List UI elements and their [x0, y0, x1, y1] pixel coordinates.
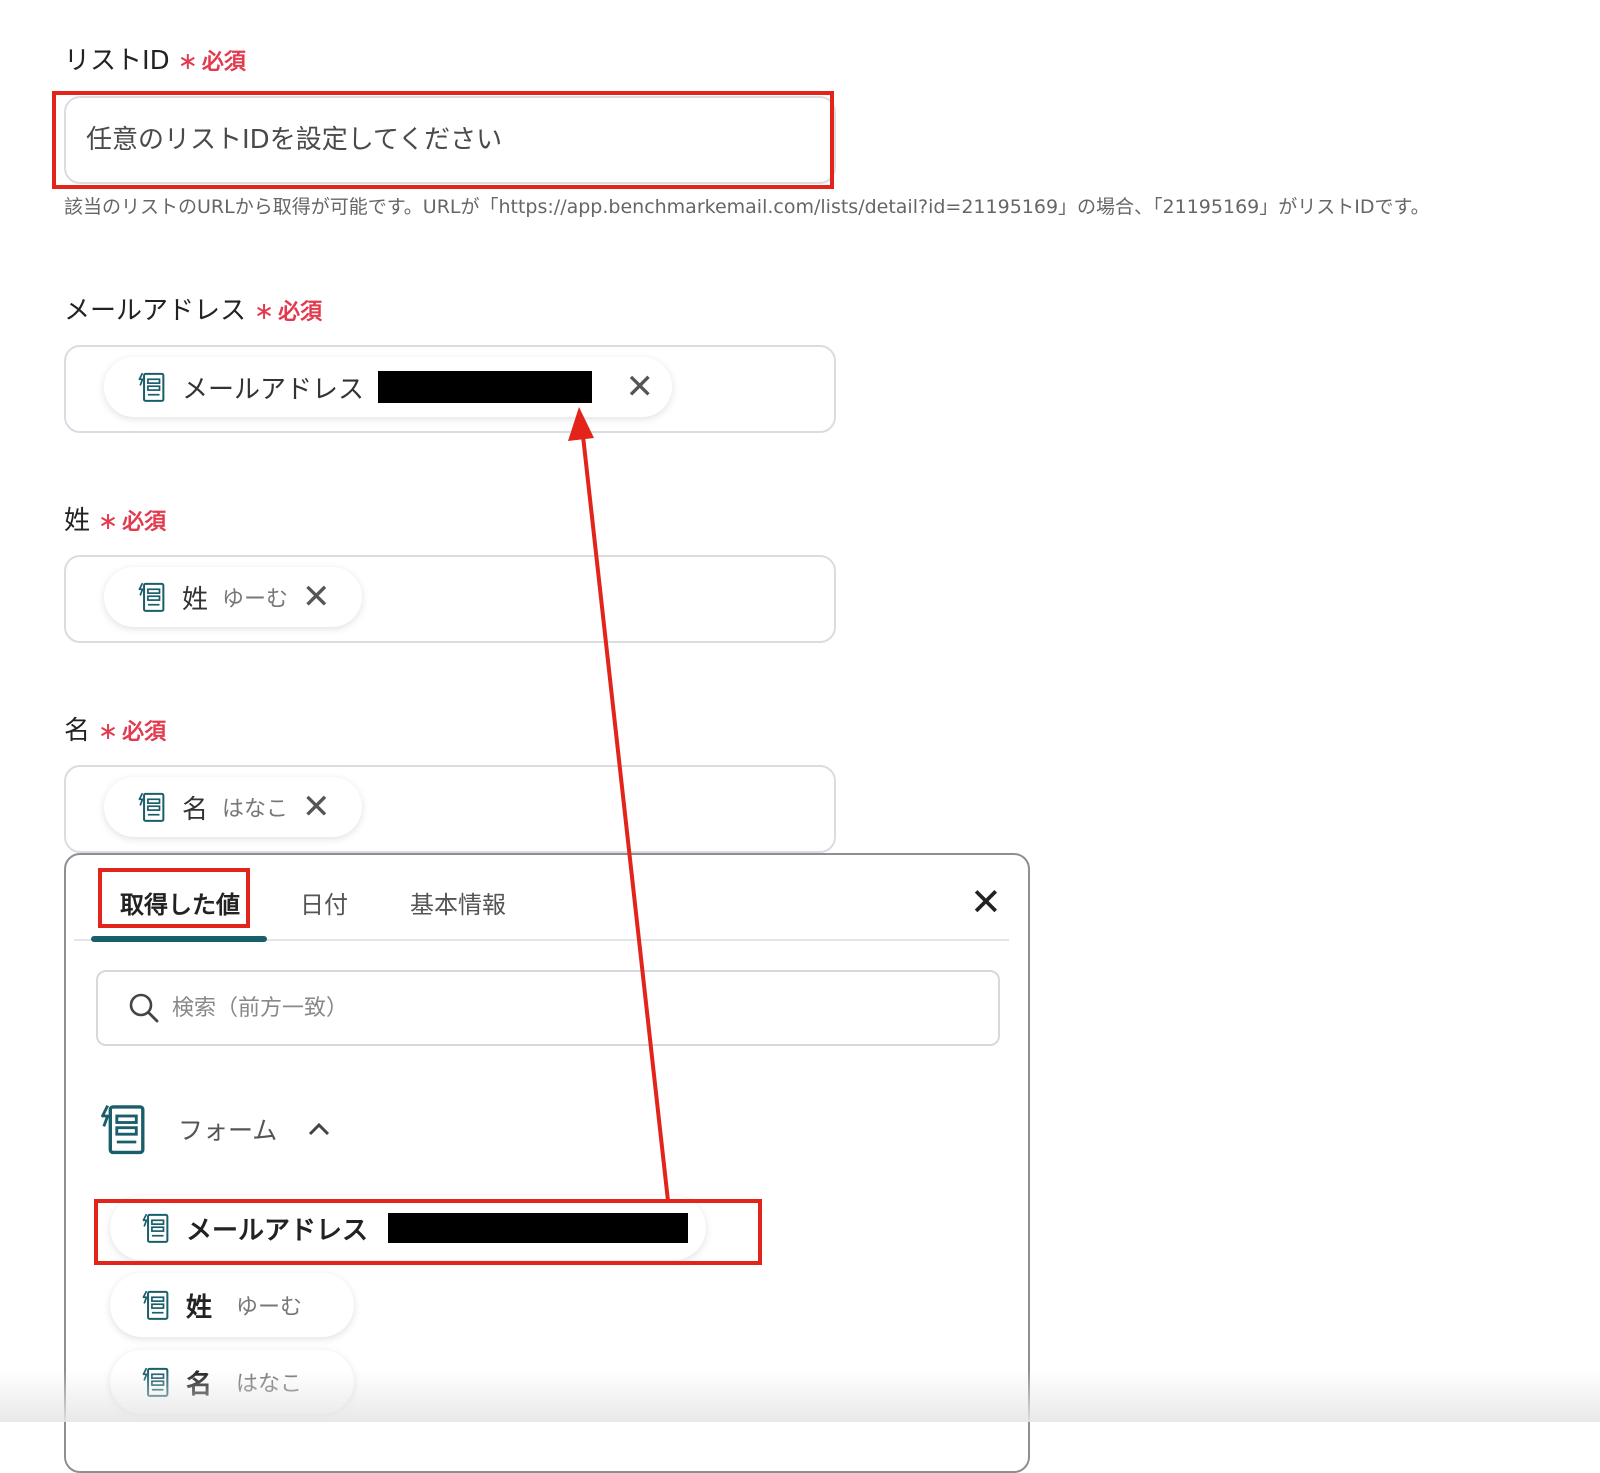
tab-date[interactable]: 日付	[300, 885, 348, 920]
form-document-icon	[138, 1365, 172, 1399]
item-name: メールアドレス	[186, 1215, 369, 1246]
search-input[interactable]	[170, 994, 998, 1022]
last-name-label: 姓 ∗ 必須	[64, 500, 166, 537]
search-icon	[129, 993, 159, 1023]
tab-acquired-values[interactable]: 取得した値	[120, 885, 240, 920]
required-star: ∗	[98, 507, 119, 535]
required-badge: 必須	[201, 50, 246, 75]
list-id-label: リストID ∗ 必須	[64, 40, 246, 77]
required-badge: 必須	[122, 720, 167, 745]
list-item-last-name[interactable]: 姓 ゆーむ	[110, 1273, 354, 1337]
form-group-header[interactable]: フォーム	[96, 1100, 331, 1158]
last-name-value-chip[interactable]: 姓 ゆーむ ✕	[104, 567, 362, 627]
form-group-label: フォーム	[178, 1116, 278, 1145]
form-document-icon	[138, 1288, 172, 1322]
email-label-text: メールアドレス	[64, 296, 247, 326]
form-document-icon	[134, 580, 168, 614]
search-box[interactable]	[96, 970, 1000, 1046]
first-name-label-text: 名	[64, 716, 91, 746]
email-label: メールアドレス ∗ 必須	[64, 290, 322, 327]
form-document-icon	[96, 1100, 148, 1158]
item-value: はなこ	[236, 1372, 303, 1397]
form-document-icon	[134, 790, 168, 824]
list-id-label-text: リストID	[64, 46, 170, 76]
item-name: 名	[186, 1369, 213, 1400]
remove-chip-close-icon[interactable]: ✕	[302, 790, 331, 824]
redacted-value	[378, 371, 592, 403]
list-id-help-text: 該当のリストのURLから取得が可能です。URLが「https://app.ben…	[64, 196, 1430, 218]
tab-basic-info[interactable]: 基本情報	[410, 885, 506, 920]
list-id-field[interactable]	[64, 96, 836, 184]
chip-name: メールアドレス	[182, 374, 365, 405]
first-name-value-chip[interactable]: 名 はなこ ✕	[104, 777, 362, 837]
chip-name: 名	[182, 794, 209, 825]
remove-chip-close-icon[interactable]: ✕	[626, 370, 655, 404]
form-document-icon	[138, 1211, 172, 1245]
chip-value: はなこ	[222, 797, 289, 822]
list-item-first-name[interactable]: 名 はなこ	[110, 1350, 354, 1414]
email-value-chip[interactable]: メールアドレス ✕	[104, 357, 672, 417]
panel-close-icon[interactable]: ✕	[970, 883, 1002, 921]
chevron-up-icon	[309, 1122, 330, 1136]
active-tab-underline	[91, 936, 267, 942]
last-name-label-text: 姓	[64, 506, 91, 536]
value-picker-panel: 取得した値 日付 基本情報 ✕ フォーム メールアドレス 姓 ゆーむ 名 はなこ	[64, 853, 1030, 1473]
chip-name: 姓	[182, 584, 209, 615]
required-badge: 必須	[122, 510, 167, 535]
first-name-label: 名 ∗ 必須	[64, 710, 166, 747]
required-star: ∗	[254, 297, 275, 325]
required-star: ∗	[98, 717, 119, 745]
item-value: ゆーむ	[236, 1295, 303, 1320]
list-item-email[interactable]: メールアドレス	[110, 1196, 706, 1260]
required-star: ∗	[177, 47, 198, 75]
required-badge: 必須	[278, 300, 323, 325]
redacted-value	[388, 1213, 689, 1243]
remove-chip-close-icon[interactable]: ✕	[302, 580, 331, 614]
list-id-input[interactable]	[66, 98, 834, 182]
item-name: 姓	[186, 1292, 213, 1323]
form-document-icon	[134, 370, 168, 404]
chip-value: ゆーむ	[222, 587, 289, 612]
